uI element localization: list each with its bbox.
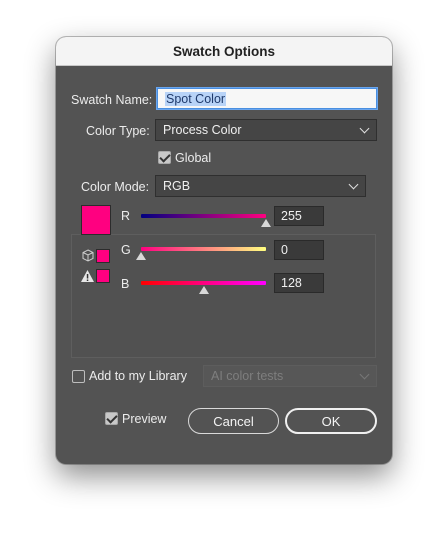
swatch-name-label: Swatch Name: [71, 93, 153, 107]
ok-button[interactable]: OK [285, 408, 377, 434]
global-checkbox[interactable] [158, 151, 171, 164]
r-slider-track[interactable] [141, 214, 266, 218]
web-safe-color-swatch[interactable] [96, 249, 110, 263]
g-slider-track[interactable] [141, 247, 266, 251]
b-slider-thumb[interactable] [198, 286, 209, 294]
add-to-library-label: Add to my Library [89, 369, 187, 383]
cube-icon [82, 249, 94, 262]
dialog-title: Swatch Options [56, 37, 392, 66]
current-color-swatch [81, 205, 111, 235]
g-channel-label: G [121, 243, 131, 257]
r-slider-thumb[interactable] [261, 219, 271, 227]
color-mode-select[interactable]: RGB [155, 175, 366, 197]
global-label: Global [175, 151, 212, 165]
g-slider-thumb[interactable] [136, 252, 146, 260]
color-type-label: Color Type: [86, 124, 150, 138]
warning-triangle-icon [81, 270, 94, 282]
r-value-input[interactable]: 255 [274, 206, 324, 226]
chevron-down-icon [348, 179, 359, 190]
color-mode-label: Color Mode: [81, 180, 150, 194]
swatch-name-input[interactable]: Spot Color [157, 88, 377, 109]
g-value-input[interactable]: 0 [274, 240, 324, 260]
swatch-name-value: Spot Color [165, 91, 227, 106]
out-of-gamut-color-swatch[interactable] [96, 269, 110, 283]
color-sliders-panel [71, 234, 376, 358]
preview-checkbox[interactable] [105, 412, 118, 425]
b-channel-label: B [121, 277, 130, 291]
color-mode-value: RGB [163, 179, 191, 193]
library-select[interactable]: AI color tests [203, 365, 377, 387]
chevron-down-icon [359, 369, 370, 380]
b-slider-track[interactable] [141, 281, 266, 285]
b-value-input[interactable]: 128 [274, 273, 324, 293]
library-select-value: AI color tests [211, 369, 284, 383]
color-type-value: Process Color [163, 123, 242, 137]
add-to-library-checkbox[interactable] [72, 370, 85, 383]
cancel-button[interactable]: Cancel [188, 408, 279, 434]
color-type-select[interactable]: Process Color [155, 119, 377, 141]
preview-label: Preview [122, 412, 167, 426]
chevron-down-icon [359, 123, 370, 134]
r-channel-label: R [121, 209, 131, 223]
swatch-options-dialog: Swatch Options Swatch Name: Spot Color C… [56, 37, 392, 464]
